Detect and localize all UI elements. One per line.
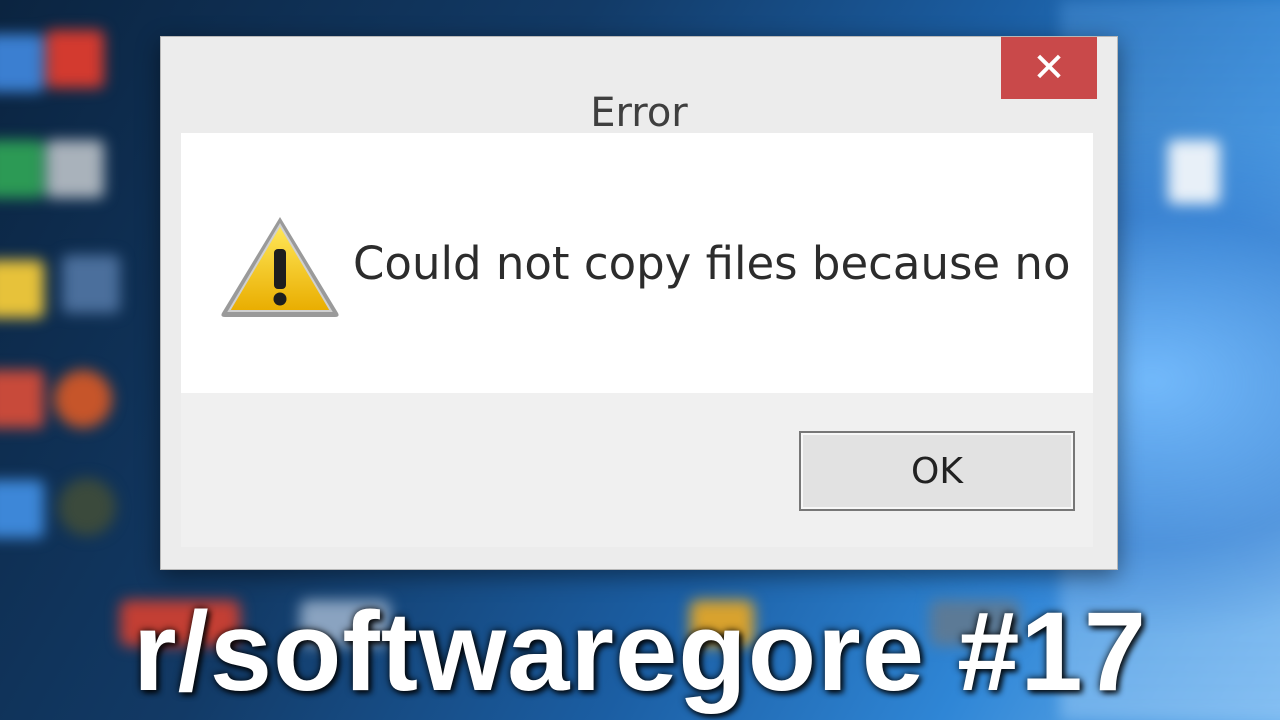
close-icon: ✕ xyxy=(1032,45,1066,91)
desktop-icon[interactable] xyxy=(0,260,44,318)
desktop-icon[interactable] xyxy=(0,480,44,538)
dialog-title: Error xyxy=(590,90,688,136)
dialog-footer: OK xyxy=(181,393,1093,547)
error-dialog: Error ✕ Could not copy files because no … xyxy=(160,36,1118,570)
desktop-icon[interactable] xyxy=(46,140,104,198)
ok-button[interactable]: OK xyxy=(799,431,1075,511)
desktop-icon[interactable] xyxy=(54,370,112,428)
dialog-content: Could not copy files because no xyxy=(181,133,1093,393)
close-button[interactable]: ✕ xyxy=(1001,37,1097,99)
desktop-icon[interactable] xyxy=(62,255,120,313)
desktop-icon[interactable] xyxy=(0,140,44,198)
video-caption: r/softwaregore #17 xyxy=(133,589,1147,714)
desktop-icon[interactable] xyxy=(0,370,44,428)
desktop-icon[interactable] xyxy=(46,30,104,88)
desktop-icon[interactable] xyxy=(0,34,44,92)
desktop-icon[interactable] xyxy=(1168,140,1220,204)
error-message: Could not copy files because no xyxy=(353,237,1071,290)
warning-triangle-icon xyxy=(221,217,339,317)
desktop-icon[interactable] xyxy=(58,478,116,536)
